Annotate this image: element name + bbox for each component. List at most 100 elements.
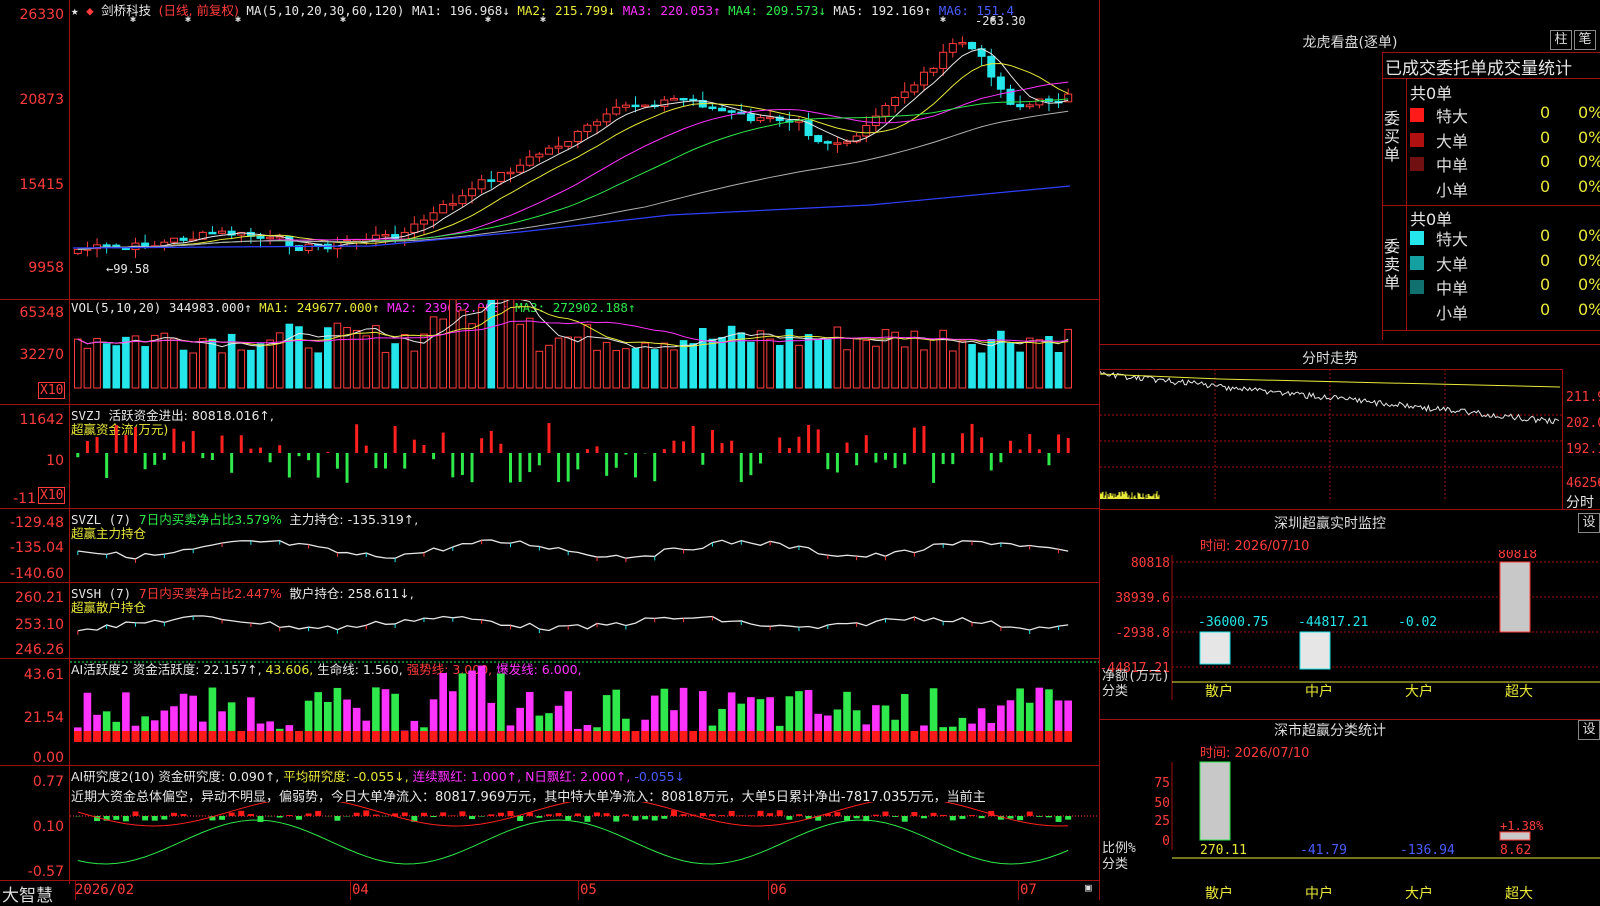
activity-base — [478, 731, 486, 742]
research-bar — [652, 816, 658, 821]
ma-line — [78, 111, 1068, 249]
volume-bar — [690, 344, 697, 388]
research-bar — [729, 811, 735, 816]
ai-research-tick: -0.57 — [0, 864, 64, 880]
activity-base — [699, 731, 707, 742]
order-type: 中单 — [1436, 275, 1468, 299]
activity-base — [286, 731, 294, 742]
ai-active-tick: 21.54 — [0, 710, 64, 726]
activity-base — [516, 731, 524, 742]
intraday-tick: 202.0 — [1566, 416, 1600, 431]
volume-bar — [651, 350, 658, 388]
activity-base — [987, 731, 995, 742]
volume-bar — [430, 317, 437, 388]
research-bar — [594, 812, 600, 816]
activity-base — [536, 731, 544, 742]
activity-base — [507, 731, 515, 742]
tick-mode-button[interactable]: 笔 — [1574, 30, 1596, 50]
activity-base — [74, 731, 82, 742]
volume-bar — [1065, 329, 1072, 388]
order-row: 中单00% — [1410, 152, 1600, 176]
volume-bar — [575, 337, 582, 388]
activity-base — [497, 731, 505, 742]
activity-base — [786, 731, 794, 742]
volume-bar — [286, 324, 293, 388]
activity-base — [1016, 731, 1024, 742]
intraday-chart[interactable] — [1100, 369, 1562, 509]
candle — [747, 114, 754, 121]
order-pct: 0% — [1578, 152, 1600, 171]
class-tick: 50 — [1154, 796, 1170, 811]
volume-bar — [209, 339, 216, 388]
lock-icon[interactable]: ▣ — [1085, 881, 1092, 894]
sz-class-chart[interactable]: 7550250+1.38%270.11散户-41.79中户-136.94大户8.… — [1100, 760, 1600, 900]
activity-base — [843, 731, 851, 742]
svzj-bars[interactable] — [70, 405, 1100, 508]
volume-bar — [344, 328, 351, 388]
activity-base — [661, 731, 669, 742]
candle — [305, 244, 312, 250]
signal-marker: ✱ — [130, 14, 136, 25]
candle — [469, 189, 476, 196]
activity-base — [612, 731, 620, 742]
activity-base — [228, 731, 236, 742]
order-pct: 0% — [1578, 103, 1600, 122]
activity-base — [949, 731, 957, 742]
price-tick: 15415 — [0, 177, 64, 193]
vol-unit-badge: X10 — [38, 382, 65, 399]
activity-base — [132, 731, 140, 742]
candle — [719, 108, 726, 111]
volume-bar — [401, 335, 408, 388]
volume-bar — [853, 338, 860, 388]
research-bar — [623, 814, 629, 816]
activity-base — [1036, 731, 1044, 742]
volume-bar — [776, 345, 783, 388]
candle — [901, 92, 908, 98]
research-bar — [142, 816, 148, 820]
dragon-stat-tab[interactable]: 已成交委托单成交量统计 — [1385, 54, 1572, 79]
activity-base — [901, 731, 909, 742]
vol-tick: 32270 — [0, 347, 64, 363]
monitor-ylabel: 净额(万元) — [1102, 669, 1170, 684]
price-candles[interactable]: ✱✱✱✱✱✱✱✱ — [70, 0, 1100, 298]
class-tick: 75 — [1154, 776, 1170, 791]
sz-monitor-settings-button[interactable]: 设 — [1578, 513, 1600, 533]
activity-base — [209, 731, 217, 742]
candle — [536, 154, 543, 157]
ai-research-chart[interactable] — [70, 802, 1100, 880]
volume-bars[interactable] — [70, 300, 1100, 404]
sz-class-time: 时间: 2026/07/10 — [1200, 742, 1309, 761]
ai-research-title: AI研究度2(10) — [71, 769, 154, 784]
volume-bar — [603, 342, 610, 388]
research-bar — [681, 814, 687, 816]
research-bar — [1036, 816, 1042, 817]
sz-class-settings-button[interactable]: 设 — [1578, 720, 1600, 740]
research-bar — [508, 811, 514, 816]
activity-base — [824, 731, 832, 742]
sz-monitor-chart[interactable]: 8081838939.6-2938.8-44817.21-36000.75散户-… — [1100, 550, 1600, 720]
research-bar — [709, 814, 715, 816]
svzj-tick: -11 — [0, 491, 36, 507]
ai-active-bars[interactable] — [70, 659, 1100, 765]
volume-bar — [978, 353, 985, 388]
svsh-line[interactable] — [70, 583, 1100, 658]
svsh-tick: 246.26 — [0, 642, 64, 658]
main-chart-area[interactable]: ★ ◆ 剑桥科技 (日线, 前复权) MA(5,10,20,30,60,120)… — [0, 0, 1100, 900]
research-bar — [498, 813, 504, 816]
svzl-tick: -140.60 — [0, 566, 64, 582]
activity-base — [930, 731, 938, 742]
order-row: 小单00% — [1410, 177, 1600, 201]
activity-base — [737, 731, 745, 742]
svzl-line[interactable] — [70, 509, 1100, 582]
activity-base — [689, 731, 697, 742]
activity-base — [459, 731, 467, 742]
volume-bar — [536, 351, 543, 388]
activity-base — [420, 731, 428, 742]
volume-bar — [988, 339, 995, 388]
volume-bar — [901, 347, 908, 388]
volume-bar — [642, 343, 649, 388]
bar-mode-button[interactable]: 柱 — [1550, 30, 1572, 50]
candle — [959, 42, 966, 44]
intraday-price-line — [1100, 371, 1559, 423]
research-bar — [248, 814, 254, 816]
